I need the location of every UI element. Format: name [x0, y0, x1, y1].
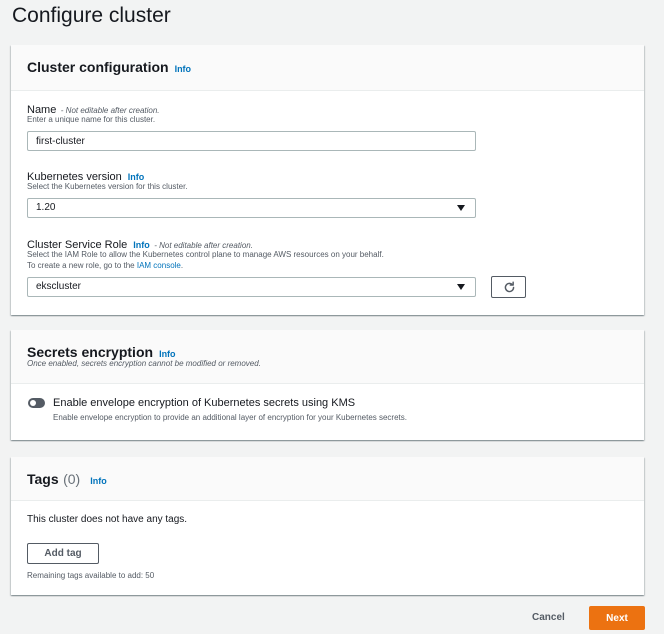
- envelope-encryption-label[interactable]: Enable envelope encryption of Kubernetes…: [53, 397, 355, 409]
- tags-count: (0): [63, 471, 81, 487]
- page-title: Configure cluster: [12, 4, 171, 27]
- tags-header: Tags (0) Info: [11, 457, 644, 501]
- cluster-configuration-title: Cluster configuration: [27, 59, 169, 75]
- iam-console-link[interactable]: IAM console: [137, 261, 181, 270]
- cluster-configuration-info-link[interactable]: Info: [175, 64, 192, 74]
- cluster-configuration-panel: Cluster configuration Info Name - Not edi…: [11, 45, 644, 315]
- toggle-knob: [30, 400, 36, 406]
- cluster-name-input[interactable]: [27, 131, 476, 151]
- chevron-down-icon: [457, 205, 465, 211]
- tags-panel: Tags (0) Info This cluster does not have …: [11, 457, 644, 595]
- cluster-service-role-description-line-1: Select the IAM Role to allow the Kuberne…: [27, 250, 384, 259]
- cluster-configuration-header: Cluster configuration Info: [11, 45, 644, 91]
- tags-info-link[interactable]: Info: [90, 476, 107, 486]
- cancel-button[interactable]: Cancel: [532, 612, 565, 623]
- next-button[interactable]: Next: [589, 606, 645, 630]
- secrets-encryption-subtitle: Once enabled, secrets encryption cannot …: [27, 359, 261, 368]
- refresh-icon: [504, 281, 515, 293]
- kubernetes-version-select[interactable]: 1.20: [27, 198, 476, 218]
- tags-empty-text: This cluster does not have any tags.: [27, 514, 188, 525]
- secrets-encryption-info-link[interactable]: Info: [159, 349, 176, 359]
- remaining-tags-text: Remaining tags available to add: 50: [27, 571, 155, 580]
- cluster-service-role-select[interactable]: ekscluster: [27, 277, 476, 297]
- secrets-encryption-panel: Secrets encryption Info Once enabled, sec…: [11, 330, 644, 440]
- envelope-encryption-description: Enable envelope encryption to provide an…: [53, 413, 407, 422]
- secrets-encryption-title: Secrets encryption: [27, 344, 154, 360]
- refresh-roles-button[interactable]: [491, 276, 526, 298]
- tags-title: Tags: [27, 471, 59, 487]
- name-description: Enter a unique name for this cluster.: [27, 115, 156, 124]
- envelope-encryption-toggle[interactable]: [28, 398, 45, 408]
- add-tag-button[interactable]: Add tag: [27, 543, 99, 564]
- kubernetes-version-value: 1.20: [36, 202, 56, 213]
- cluster-service-role-value: ekscluster: [36, 281, 82, 292]
- cluster-service-role-description-line-2: To create a new role, go to the IAM cons…: [27, 260, 384, 271]
- kubernetes-version-description: Select the Kubernetes version for this c…: [27, 182, 188, 191]
- cluster-service-role-description: Select the IAM Role to allow the Kuberne…: [27, 249, 384, 271]
- chevron-down-icon: [457, 284, 465, 290]
- iam-console-prefix: To create a new role, go to the: [27, 261, 135, 270]
- iam-console-suffix: .: [180, 261, 184, 270]
- secrets-encryption-header: Secrets encryption Info Once enabled, sec…: [11, 330, 644, 384]
